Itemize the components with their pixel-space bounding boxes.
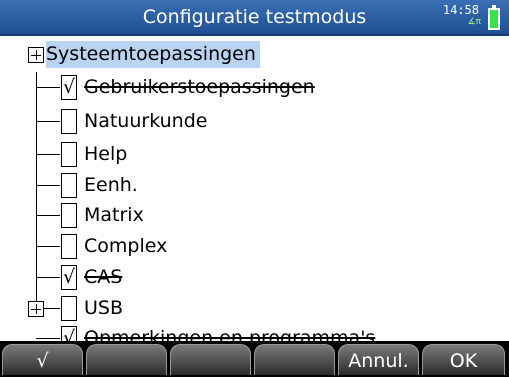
tree-item-label: Matrix [84,204,144,226]
softkey-3-button[interactable] [170,344,251,375]
checkbox[interactable]: √ [61,265,77,290]
tree-branch-line [36,185,60,186]
tree-item-label: Eenh. [84,174,138,196]
checkbox[interactable] [61,173,77,198]
title-bar: Configuratie testmodus 14:58 ∡π [0,0,509,36]
tree-root-row[interactable]: Systeemtoepassingen [0,39,509,70]
tree-item-label: CAS [84,266,123,288]
tree-branch-line [36,215,60,216]
testmode-tree: Systeemtoepassingen √ Gebruikerstoepassi… [0,36,509,351]
tree-branch-line [36,277,60,278]
tree-root-label[interactable]: Systeemtoepassingen [46,41,260,68]
tree-item-gebruikerstoepassingen[interactable]: √ Gebruikerstoepassingen [0,72,509,103]
tree-item-eenh[interactable]: Eenh. [0,170,509,201]
tree-item-usb[interactable]: USB [0,293,509,324]
page-title: Configuratie testmodus [142,6,367,28]
angle-mode-indicator: ∡π [467,17,482,27]
tree-branch-line [36,338,60,339]
softkey-2-button[interactable] [86,344,167,375]
checkbox[interactable]: √ [61,75,77,100]
checkbox[interactable] [61,203,77,228]
tree-item-complex[interactable]: Complex [0,231,509,262]
tree-item-label: USB [84,297,124,319]
tree-branch-line [36,154,60,155]
tree-item-matrix[interactable]: Matrix [0,200,509,231]
tree-item-help[interactable]: Help [0,139,509,170]
calculator-screen: Configuratie testmodus 14:58 ∡π Systeemt… [0,0,509,377]
tree-item-label: Complex [84,235,168,257]
checkbox[interactable] [61,109,77,134]
tree-branch-line [36,87,60,88]
softkey-4-button[interactable] [254,344,335,375]
battery-icon [488,5,500,30]
softkey-bar: √ Annul. OK [0,341,509,377]
tree-item-label: Natuurkunde [84,110,208,132]
cancel-button[interactable]: Annul. [338,344,419,375]
expand-icon[interactable] [28,47,44,63]
tree-branch-line [36,246,60,247]
tree-item-natuurkunde[interactable]: Natuurkunde [0,106,509,137]
expand-icon[interactable] [28,301,44,317]
checkbox[interactable] [61,296,77,321]
clock: 14:58 [442,3,479,17]
tree-item-label: Help [84,143,128,165]
checkbox[interactable] [61,142,77,167]
tree-item-cas[interactable]: √ CAS [0,262,509,293]
softkey-check-button[interactable]: √ [2,344,83,375]
tree-item-label: Gebruikerstoepassingen [84,76,315,98]
checkbox[interactable] [61,234,77,259]
tree-branch-line [36,121,60,122]
ok-button[interactable]: OK [422,344,505,375]
